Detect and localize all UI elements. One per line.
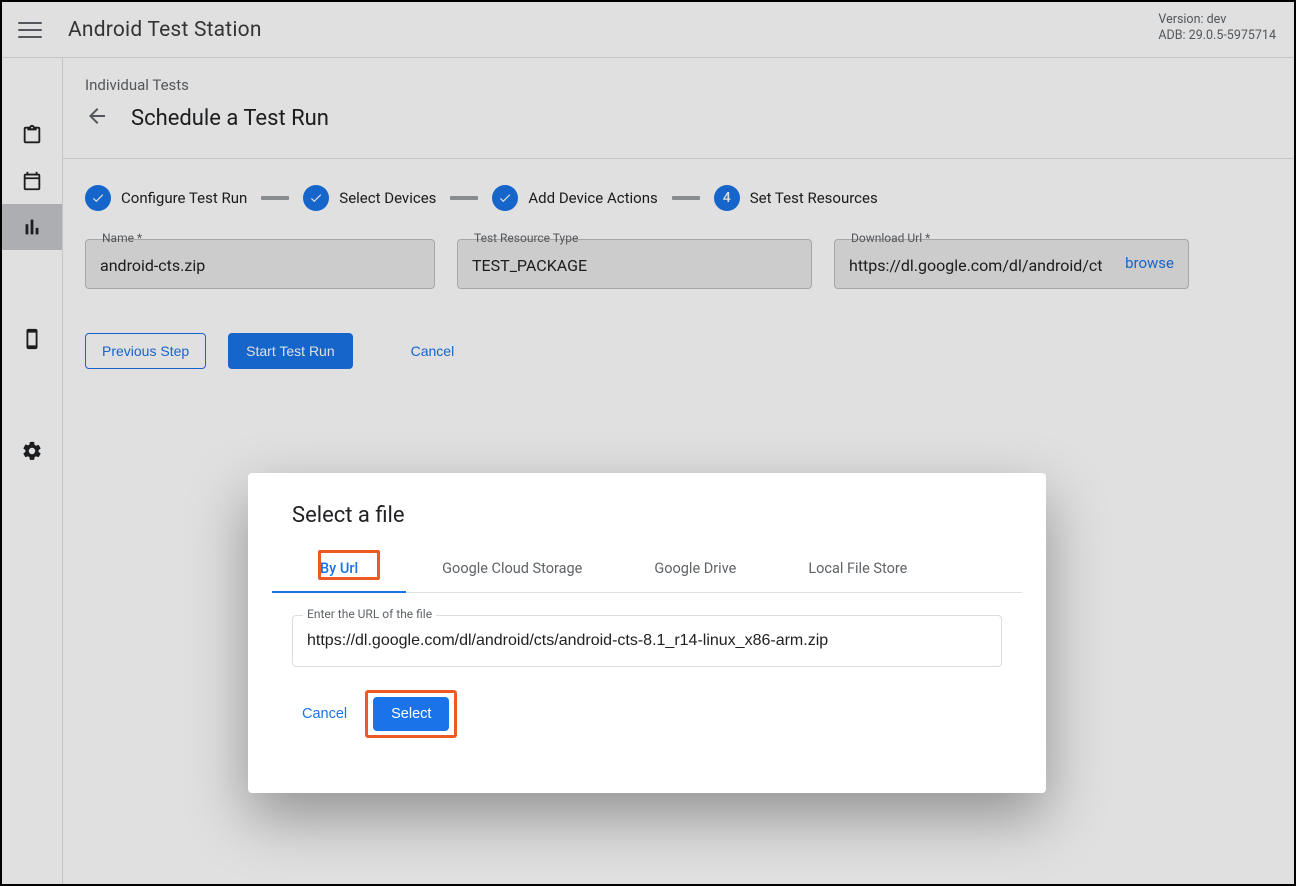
check-icon — [492, 185, 518, 211]
type-field[interactable]: Test Resource Type TEST_PACKAGE — [457, 239, 812, 289]
version-label: Version: dev — [1158, 12, 1276, 28]
select-file-dialog: Select a file By Url Google Cloud Storag… — [248, 473, 1046, 793]
tab-drive[interactable]: Google Drive — [618, 544, 772, 592]
step-number: 4 — [714, 185, 740, 211]
url-input-field[interactable]: Enter the URL of the file — [292, 615, 1002, 667]
adb-label: ADB: 29.0.5-5975714 — [1158, 28, 1276, 44]
url-field-label: Enter the URL of the file — [303, 607, 436, 621]
url-field-input[interactable] — [305, 628, 989, 654]
breadcrumb: Individual Tests — [85, 76, 1272, 94]
topbar: Android Test Station Version: dev ADB: 2… — [2, 2, 1294, 58]
nav-settings-icon[interactable] — [2, 428, 62, 474]
tab-label: By Url — [320, 560, 358, 577]
type-label: Test Resource Type — [470, 231, 582, 245]
name-field[interactable]: Name * android-cts.zip — [85, 239, 435, 289]
url-input[interactable]: https://dl.google.com/dl/android/ct — [849, 256, 1108, 275]
name-input[interactable]: android-cts.zip — [100, 256, 420, 275]
step-devices[interactable]: Select Devices — [303, 185, 436, 211]
back-arrow-icon[interactable] — [85, 104, 109, 132]
step-divider — [261, 196, 289, 200]
nav-phone-icon[interactable] — [2, 316, 62, 362]
nav-calendar-icon[interactable] — [2, 158, 62, 204]
check-icon — [85, 185, 111, 211]
step-label: Set Test Resources — [750, 189, 878, 207]
tab-by-url[interactable]: By Url — [272, 544, 406, 593]
tab-local[interactable]: Local File Store — [772, 544, 943, 592]
step-divider — [450, 196, 478, 200]
app-title: Android Test Station — [68, 18, 262, 42]
check-icon — [303, 185, 329, 211]
previous-step-button[interactable]: Previous Step — [85, 333, 206, 369]
step-configure[interactable]: Configure Test Run — [85, 185, 247, 211]
dialog-title: Select a file — [248, 473, 1046, 544]
stepper: Configure Test Run Select Devices Add De… — [85, 185, 1272, 211]
step-label: Select Devices — [339, 189, 436, 207]
step-label: Configure Test Run — [121, 189, 247, 207]
menu-icon[interactable] — [18, 18, 42, 42]
browse-link[interactable]: browse — [1125, 254, 1174, 272]
step-actions[interactable]: Add Device Actions — [492, 185, 657, 211]
dialog-cancel-button[interactable]: Cancel — [292, 698, 357, 730]
start-test-run-button[interactable]: Start Test Run — [228, 333, 352, 369]
download-url-field[interactable]: Download Url * https://dl.google.com/dl/… — [834, 239, 1189, 289]
tab-gcs[interactable]: Google Cloud Storage — [406, 544, 618, 592]
nav-clipboard-icon[interactable] — [2, 112, 62, 158]
type-input[interactable]: TEST_PACKAGE — [472, 256, 797, 275]
name-label: Name * — [98, 231, 146, 245]
step-label: Add Device Actions — [528, 189, 657, 207]
nav-bar-chart-icon[interactable] — [2, 204, 62, 250]
step-divider — [672, 196, 700, 200]
dialog-tabs: By Url Google Cloud Storage Google Drive… — [272, 544, 1022, 593]
page-title: Schedule a Test Run — [131, 106, 329, 131]
dialog-select-button[interactable]: Select — [373, 697, 449, 731]
version-info: Version: dev ADB: 29.0.5-5975714 — [1158, 12, 1276, 44]
url-label: Download Url * — [847, 231, 934, 245]
cancel-button[interactable]: Cancel — [405, 342, 461, 360]
left-nav — [2, 58, 62, 884]
step-resources[interactable]: 4 Set Test Resources — [714, 185, 878, 211]
